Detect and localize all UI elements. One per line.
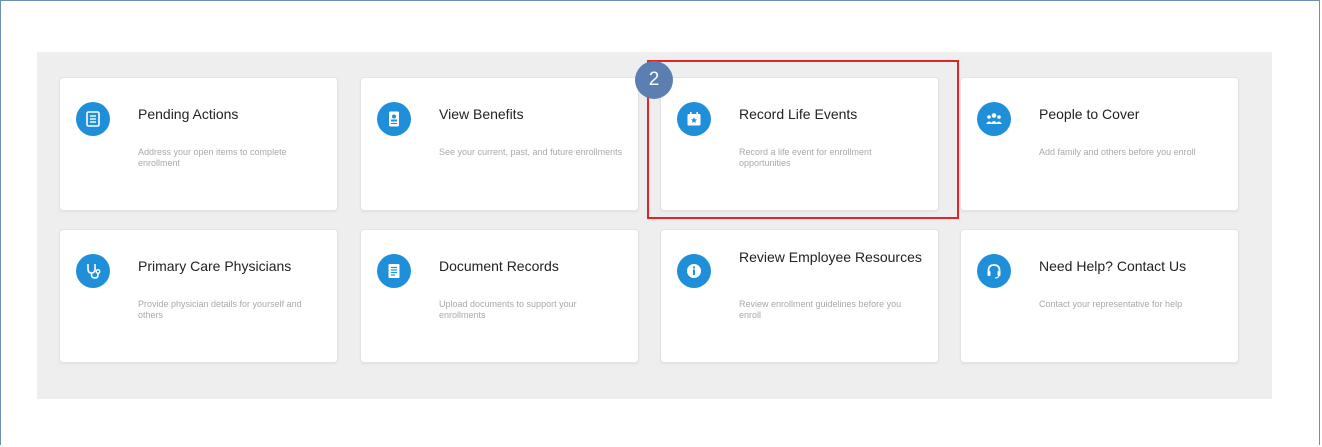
checklist-icon bbox=[76, 102, 110, 136]
tile-title: Primary Care Physicians bbox=[138, 258, 292, 274]
document-icon bbox=[377, 254, 411, 288]
id-card-icon bbox=[377, 102, 411, 136]
tile-review-employee-resources[interactable]: Review Employee Resources Review enrollm… bbox=[660, 229, 939, 363]
tile-pending-actions[interactable]: Pending Actions Address your open items … bbox=[59, 77, 338, 211]
tile-title: Review Employee Resources bbox=[739, 249, 922, 265]
tile-description: See your current, past, and future enrol… bbox=[439, 147, 623, 157]
tile-title: Pending Actions bbox=[138, 106, 239, 122]
tile-primary-care-physicians[interactable]: Primary Care Physicians Provide physicia… bbox=[59, 229, 338, 363]
tile-title: Need Help? Contact Us bbox=[1039, 258, 1187, 274]
tile-record-life-events[interactable]: Record Life Events Record a life event f… bbox=[660, 77, 939, 211]
tile-document-records[interactable]: Document Records Upload documents to sup… bbox=[360, 229, 639, 363]
calendar-star-icon bbox=[677, 102, 711, 136]
tile-view-benefits[interactable]: View Benefits See your current, past, an… bbox=[360, 77, 639, 211]
dashboard-panel: Pending Actions Address your open items … bbox=[37, 52, 1272, 399]
tile-description: Review enrollment guidelines before you … bbox=[739, 299, 902, 320]
tile-title: View Benefits bbox=[439, 106, 524, 122]
headset-icon bbox=[977, 254, 1011, 288]
tile-description: Upload documents to support your enrollm… bbox=[439, 299, 577, 320]
step-badge: 2 bbox=[635, 61, 673, 99]
tile-title: Record Life Events bbox=[739, 106, 858, 122]
tile-description: Add family and others before you enroll bbox=[1039, 147, 1196, 157]
info-icon bbox=[677, 254, 711, 288]
tile-need-help-contact-us[interactable]: Need Help? Contact Us Contact your repre… bbox=[960, 229, 1239, 363]
tile-title: Document Records bbox=[439, 258, 559, 274]
people-icon bbox=[977, 102, 1011, 136]
stethoscope-icon bbox=[76, 254, 110, 288]
tile-description: Provide physician details for yourself a… bbox=[138, 299, 302, 320]
tile-people-to-cover[interactable]: People to Cover Add family and others be… bbox=[960, 77, 1239, 211]
tile-description: Record a life event for enrollment oppor… bbox=[739, 147, 872, 168]
screenshot-frame: Pending Actions Address your open items … bbox=[0, 0, 1320, 445]
tile-description: Address your open items to complete enro… bbox=[138, 147, 287, 168]
tile-description: Contact your representative for help bbox=[1039, 299, 1183, 309]
tile-title: People to Cover bbox=[1039, 106, 1140, 122]
